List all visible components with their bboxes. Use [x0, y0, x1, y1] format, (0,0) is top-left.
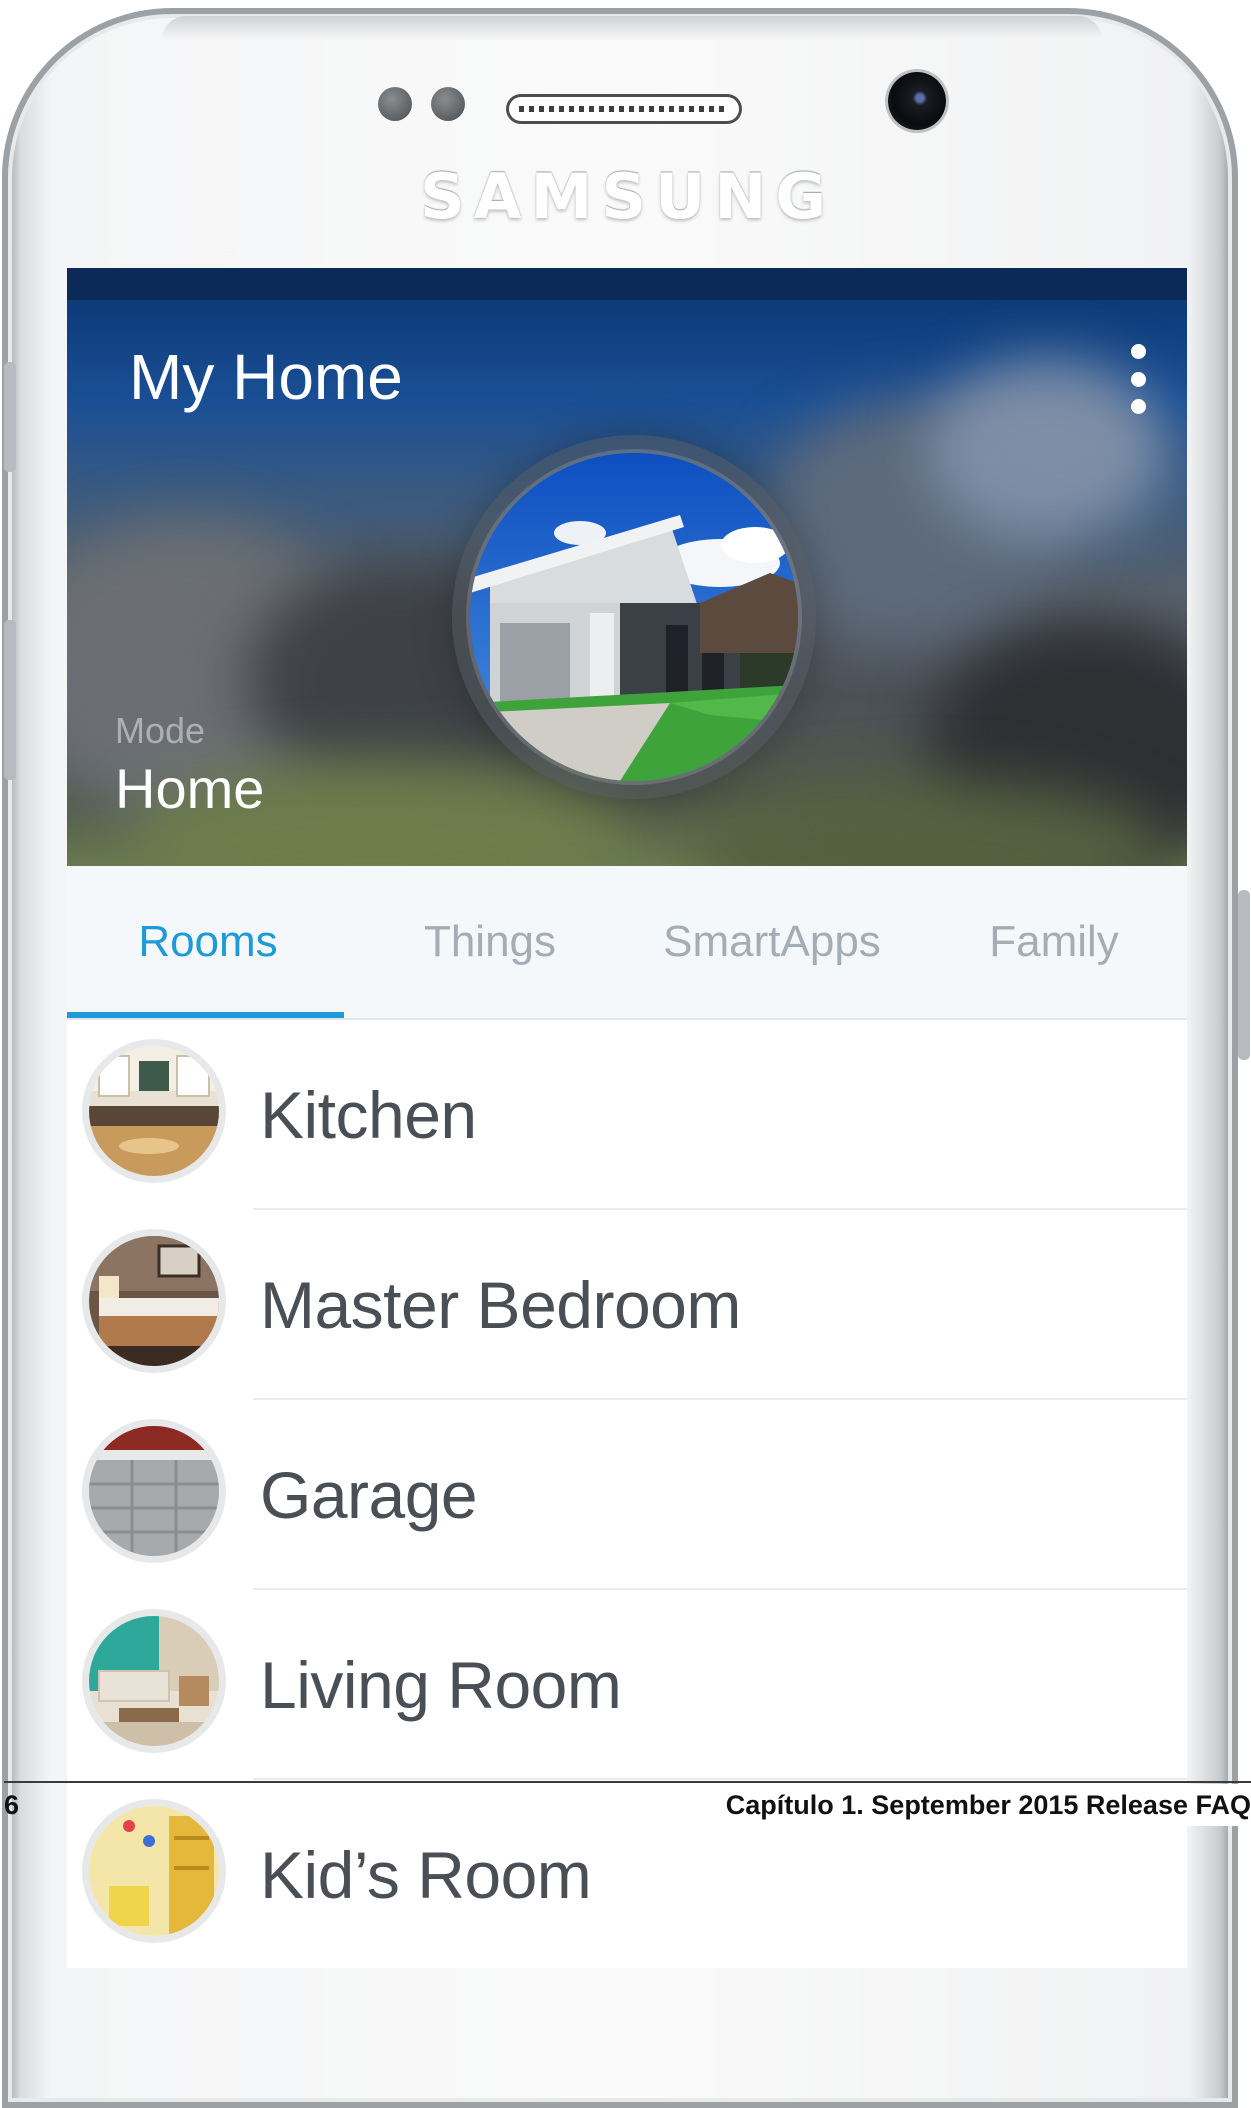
room-name: Kid’s Room: [260, 1838, 592, 1912]
home-header: My Home Mode Home: [67, 300, 1187, 866]
page-title: My Home: [129, 341, 403, 413]
master-bedroom-thumbnail: [89, 1236, 219, 1366]
house-image: [470, 453, 798, 781]
tab-rooms[interactable]: Rooms: [67, 866, 349, 1018]
light-sensor: [431, 87, 465, 121]
room-name: Kitchen: [260, 1078, 477, 1152]
more-vertical-icon: [1130, 344, 1146, 359]
phone-top-edge: [162, 16, 1102, 40]
page-number: 6: [4, 1790, 20, 1820]
front-camera: [888, 72, 946, 130]
list-item[interactable]: Living Room: [67, 1590, 1187, 1780]
kitchen-thumbnail: [89, 1046, 219, 1176]
list-item[interactable]: Master Bedroom: [67, 1210, 1187, 1400]
mode-label: Mode: [115, 710, 206, 751]
living-room-thumbnail: [89, 1616, 219, 1746]
home-avatar-ring[interactable]: [452, 435, 816, 799]
footer-rule: [4, 1781, 1251, 1783]
tab-bar: Rooms Things SmartApps Family: [67, 866, 1187, 1020]
power-button: [1238, 890, 1250, 1060]
kids-room-thumbnail: [89, 1806, 219, 1936]
mode-value[interactable]: Home: [115, 756, 264, 821]
proximity-sensor: [378, 87, 412, 121]
list-item[interactable]: Kitchen: [67, 1020, 1187, 1210]
garage-thumbnail: [89, 1426, 219, 1556]
tab-things[interactable]: Things: [349, 866, 631, 1018]
room-name: Living Room: [260, 1648, 622, 1722]
volume-down-button: [4, 620, 16, 780]
volume-up-button: [4, 362, 16, 472]
phone-screen: My Home Mode Home Rooms Things SmartApps…: [67, 268, 1187, 1968]
brand-logo: SAMSUNG: [420, 160, 836, 233]
earpiece-speaker: [506, 94, 742, 124]
list-item[interactable]: Garage: [67, 1400, 1187, 1590]
tab-family[interactable]: Family: [913, 866, 1187, 1018]
room-name: Master Bedroom: [260, 1268, 741, 1342]
chapter-title: Capítulo 1. September 2015 Release FAQ: [725, 1790, 1251, 1820]
home-photo[interactable]: [470, 453, 798, 781]
more-menu-button[interactable]: [1121, 344, 1155, 414]
tab-smartapps[interactable]: SmartApps: [631, 866, 913, 1018]
room-name: Garage: [260, 1458, 478, 1532]
status-bar: [67, 268, 1187, 300]
active-tab-indicator: [67, 1012, 344, 1018]
